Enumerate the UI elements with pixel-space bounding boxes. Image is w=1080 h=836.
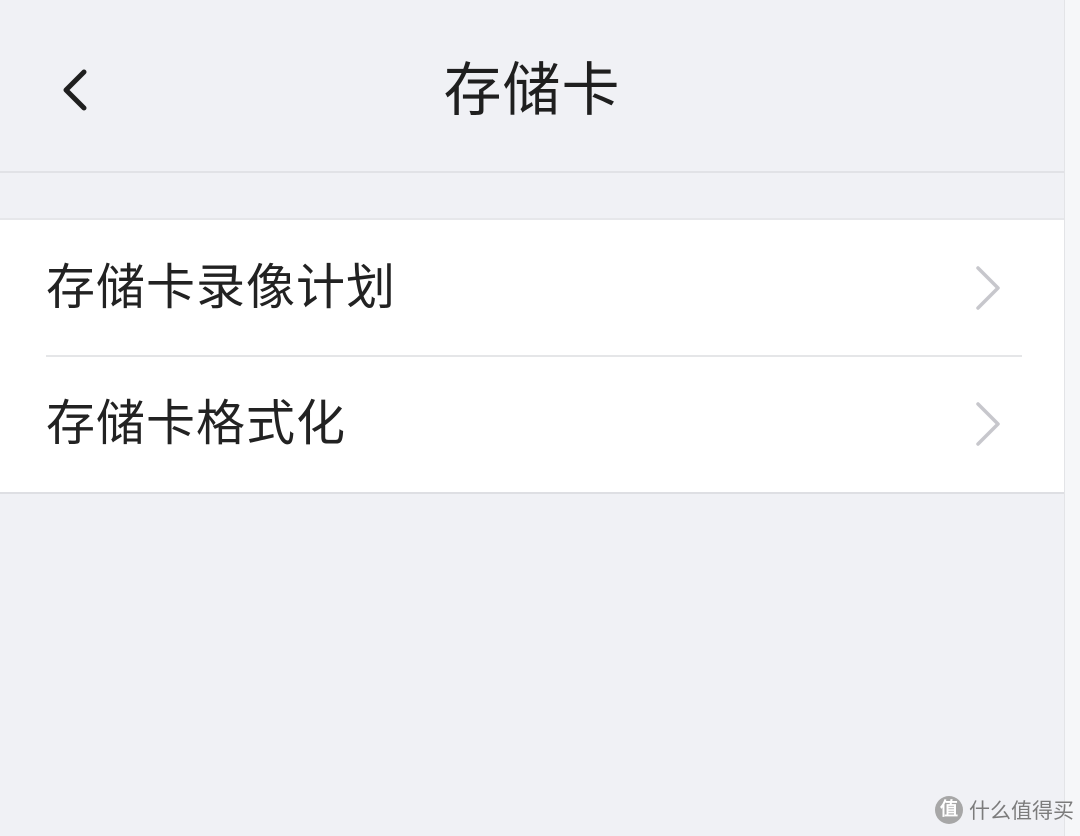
chevron-right-icon xyxy=(976,402,1000,446)
page-title: 存储卡 xyxy=(443,56,621,124)
list-item-label: 存储卡格式化 xyxy=(46,395,347,452)
list-item-label: 存储卡录像计划 xyxy=(46,259,397,316)
right-edge xyxy=(1064,0,1080,836)
chevron-right-icon xyxy=(976,266,1000,310)
watermark-logo: 值 xyxy=(935,796,963,824)
nav-bar: 存储卡 xyxy=(0,0,1064,173)
watermark-text: 什么值得买 xyxy=(969,799,1074,823)
watermark: 值 什么值得买 xyxy=(935,792,1074,828)
list-item-recording-schedule[interactable]: 存储卡录像计划 xyxy=(0,220,1064,357)
list-item-format-card[interactable]: 存储卡格式化 xyxy=(0,356,1064,492)
settings-group: 存储卡录像计划 存储卡格式化 xyxy=(0,218,1064,494)
